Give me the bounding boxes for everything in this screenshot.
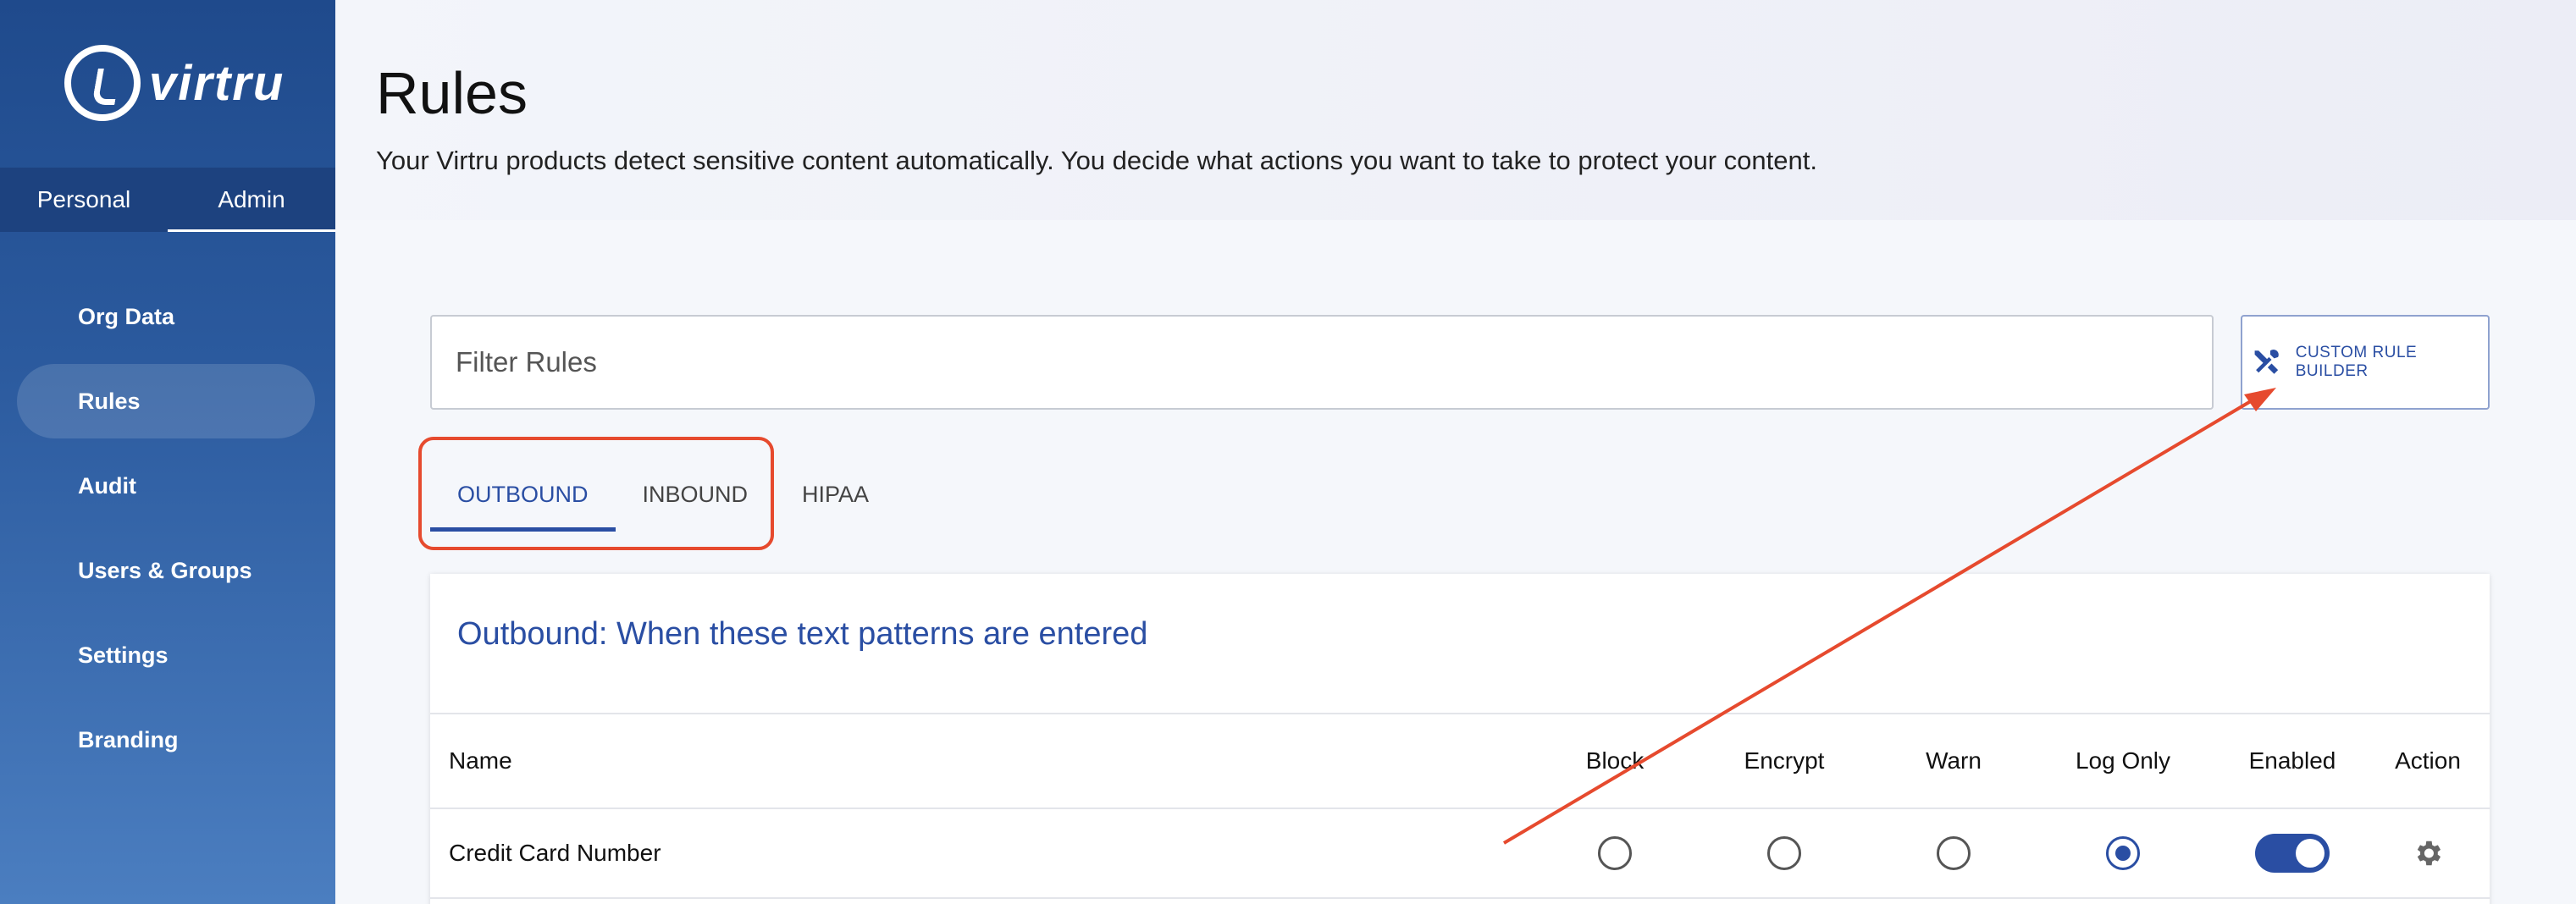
sidebar: virtru Personal Admin Org Data Rules Aud… — [0, 0, 335, 904]
column-header-log-only: Log Only — [2075, 747, 2171, 774]
gear-icon[interactable] — [2412, 837, 2444, 869]
warn-radio[interactable] — [1937, 836, 1971, 870]
sidebar-nav: Org Data Rules Audit Users & Groups Sett… — [17, 279, 315, 787]
tab-hipaa[interactable]: HIPAA — [775, 457, 896, 532]
column-header-encrypt: Encrypt — [1744, 747, 1825, 774]
card-title: Outbound: When these text patterns are e… — [457, 616, 1148, 652]
virtru-logo[interactable]: virtru — [64, 44, 285, 122]
block-radio[interactable] — [1598, 836, 1632, 870]
enabled-toggle-cell — [2222, 809, 2363, 897]
sidebar-item-users-groups[interactable]: Users & Groups — [17, 533, 315, 608]
sidebar-item-rules[interactable]: Rules — [17, 364, 315, 438]
log-only-radio[interactable] — [2106, 836, 2140, 870]
warn-radio-cell — [1892, 809, 2015, 897]
rules-tabs: OUTBOUND INBOUND HIPAA — [430, 457, 896, 533]
column-header-warn: Warn — [1926, 747, 1982, 774]
encrypt-radio[interactable] — [1767, 836, 1801, 870]
segment-admin[interactable]: Admin — [168, 168, 335, 232]
outbound-rules-card: Outbound: When these text patterns are e… — [430, 574, 2490, 904]
filter-rules-input[interactable] — [430, 315, 2214, 410]
rule-name: Credit Card Number — [449, 840, 661, 866]
page-subtitle: Your Virtru products detect sensitive co… — [376, 146, 1817, 175]
sidebar-item-branding[interactable]: Branding — [17, 703, 315, 777]
custom-rule-builder-button[interactable]: CUSTOM RULE BUILDER — [2241, 315, 2490, 410]
column-header-block: Block — [1585, 747, 1645, 774]
page-header: Rules Your Virtru products detect sensit… — [335, 0, 2576, 220]
tools-icon — [2254, 349, 2279, 374]
block-radio-cell — [1553, 809, 1677, 897]
custom-rule-builder-label: CUSTOM RULE BUILDER — [2295, 344, 2418, 380]
action-cell — [2374, 809, 2481, 897]
sidebar-item-org-data[interactable]: Org Data — [17, 279, 315, 354]
column-header-name: Name — [449, 747, 512, 774]
tab-outbound[interactable]: OUTBOUND — [430, 457, 616, 532]
view-switcher: Personal Admin — [0, 168, 335, 232]
table-row: Credit Card Number — [430, 809, 2490, 899]
virtru-logo-icon — [64, 45, 141, 121]
rules-table: Name Block Encrypt Warn Log Only Enabled… — [430, 713, 2490, 899]
log-only-radio-cell — [2044, 809, 2202, 897]
tab-inbound[interactable]: INBOUND — [616, 457, 776, 532]
brand-name: virtru — [149, 55, 285, 111]
enabled-toggle[interactable] — [2255, 834, 2330, 873]
column-header-enabled: Enabled — [2248, 747, 2336, 774]
page-title: Rules — [376, 60, 528, 126]
sidebar-item-settings[interactable]: Settings — [17, 618, 315, 692]
column-header-action: Action — [2395, 747, 2461, 774]
encrypt-radio-cell — [1722, 809, 1846, 897]
table-header-row: Name Block Encrypt Warn Log Only Enabled… — [430, 714, 2490, 809]
sidebar-item-audit[interactable]: Audit — [17, 449, 315, 523]
segment-personal[interactable]: Personal — [0, 168, 168, 232]
